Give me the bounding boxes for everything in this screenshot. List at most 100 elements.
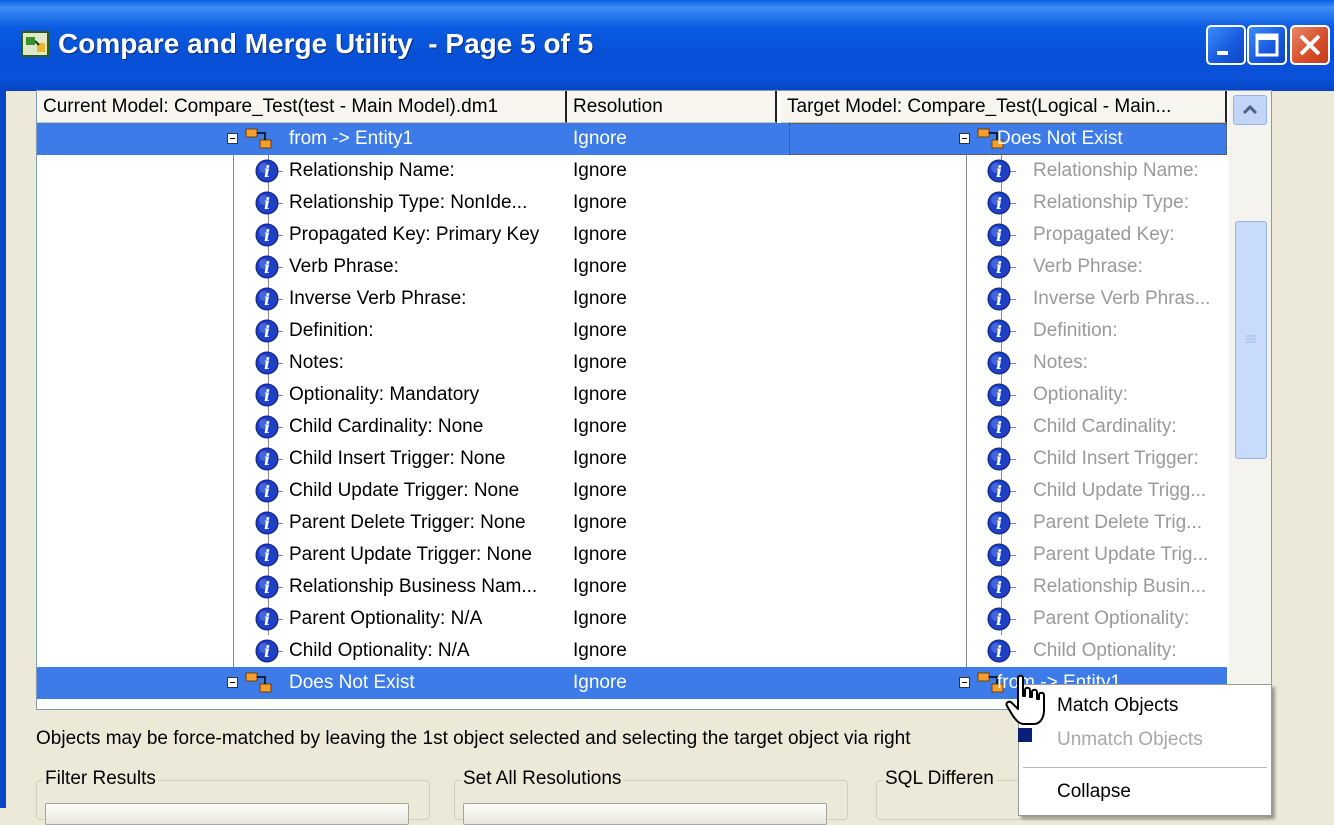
menu-separator xyxy=(1023,767,1267,768)
relationship-icon xyxy=(245,672,272,693)
vertical-scrollbar[interactable] xyxy=(1229,91,1271,709)
column-header-resolution[interactable]: Resolution xyxy=(567,91,777,123)
resolution-value[interactable]: Ignore xyxy=(573,603,627,635)
scroll-thumb[interactable] xyxy=(1235,221,1267,459)
svg-text:i: i xyxy=(264,418,270,437)
collapse-toggle-left[interactable] xyxy=(227,133,238,144)
table-row[interactable]: i Propagated Key: Primary Key Ignore i Propa… xyxy=(37,219,1227,251)
resolution-value[interactable]: Ignore xyxy=(573,635,627,667)
table-row[interactable]: i Relationship Business Nam... Ignore i Rela… xyxy=(37,571,1227,603)
filter-results-control[interactable] xyxy=(45,803,409,825)
table-row[interactable]: i Child Cardinality: None Ignore i Child Car… xyxy=(37,411,1227,443)
close-icon xyxy=(1299,34,1321,56)
svg-text:i: i xyxy=(264,226,270,245)
svg-text:i: i xyxy=(996,162,1002,181)
resolution-value[interactable]: Ignore xyxy=(573,219,627,251)
resolution-value[interactable]: Ignore xyxy=(573,443,627,475)
minimize-icon xyxy=(1217,51,1228,55)
resolution-value[interactable]: Ignore xyxy=(573,571,627,603)
table-row[interactable]: i Relationship Type: NonIde... Ignore i Rela… xyxy=(37,187,1227,219)
info-icon: i xyxy=(255,351,279,375)
svg-text:i: i xyxy=(264,546,270,565)
svg-text:i: i xyxy=(264,194,270,213)
target-property-label: Verb Phrase: xyxy=(1033,256,1143,277)
table-row[interactable]: i Notes: Ignore i Notes: xyxy=(37,347,1227,379)
svg-text:i: i xyxy=(264,290,270,309)
column-header-current-model[interactable]: Current Model: Compare_Test(test - Main … xyxy=(37,91,567,123)
current-property-label: Inverse Verb Phrase: xyxy=(289,288,467,309)
info-icon: i xyxy=(255,575,279,599)
target-property-label: Parent Optionality: xyxy=(1033,608,1190,629)
table-row[interactable]: i Parent Delete Trigger: None Ignore i Paren… xyxy=(37,507,1227,539)
resolution-value[interactable]: Ignore xyxy=(573,507,627,539)
table-row[interactable]: i Definition: Ignore i Definition: xyxy=(37,315,1227,347)
table-row[interactable]: i Child Optionality: N/A Ignore i Child Opti… xyxy=(37,635,1227,667)
resolution-value[interactable]: Ignore xyxy=(573,475,627,507)
minimize-button[interactable] xyxy=(1206,25,1246,65)
resolution-value[interactable]: Ignore xyxy=(573,539,627,571)
collapse-toggle-left[interactable] xyxy=(227,677,238,688)
collapse-toggle-right[interactable] xyxy=(959,677,970,688)
info-icon: i xyxy=(987,383,1011,407)
menu-item-unmatch-objects[interactable]: Unmatch Objects xyxy=(1057,729,1203,751)
current-property-label: Propagated Key: Primary Key xyxy=(289,224,540,245)
table-row[interactable]: i Parent Update Trigger: None Ignore i Paren… xyxy=(37,539,1227,571)
current-property-label: Child Update Trigger: None xyxy=(289,480,520,501)
current-property-label: Child Cardinality: None xyxy=(289,416,484,437)
scroll-up-button[interactable] xyxy=(1233,95,1267,125)
resolution-value[interactable]: Ignore xyxy=(573,187,627,219)
info-icon: i xyxy=(255,607,279,631)
resolution-value[interactable]: Ignore xyxy=(573,411,627,443)
svg-text:i: i xyxy=(264,578,270,597)
svg-text:i: i xyxy=(264,482,270,501)
column-header-target-model[interactable]: Target Model: Compare_Test(Logical - Mai… xyxy=(781,91,1227,123)
info-icon: i xyxy=(987,191,1011,215)
current-property-label: Relationship Name: xyxy=(289,160,455,181)
menu-item-collapse[interactable]: Collapse xyxy=(1057,781,1131,803)
resolution-value[interactable]: Ignore xyxy=(573,123,627,155)
info-icon: i xyxy=(255,223,279,247)
target-property-label: Notes: xyxy=(1033,352,1088,373)
close-button[interactable] xyxy=(1290,25,1330,65)
resolution-value[interactable]: Ignore xyxy=(573,155,627,187)
table-row[interactable]: i Parent Optionality: N/A Ignore i Parent Op… xyxy=(37,603,1227,635)
table-row[interactable]: i Optionality: Mandatory Ignore i Optionalit… xyxy=(37,379,1227,411)
current-property-label: Child Insert Trigger: None xyxy=(289,448,506,469)
resolution-value[interactable]: Ignore xyxy=(573,283,627,315)
info-icon: i xyxy=(255,447,279,471)
svg-text:i: i xyxy=(996,322,1002,341)
context-menu: Match Objects Unmatch Objects Collapse xyxy=(1018,684,1272,816)
resolution-value[interactable]: Ignore xyxy=(573,347,627,379)
comparison-grid[interactable]: Current Model: Compare_Test(test - Main … xyxy=(36,90,1272,710)
set-all-resolutions-control[interactable] xyxy=(463,803,827,825)
maximize-button[interactable] xyxy=(1247,25,1287,65)
info-icon: i xyxy=(987,543,1011,567)
svg-text:i: i xyxy=(996,386,1002,405)
resolution-value[interactable]: Ignore xyxy=(573,667,627,699)
resolution-value[interactable]: Ignore xyxy=(573,251,627,283)
svg-text:i: i xyxy=(996,290,1002,309)
svg-text:i: i xyxy=(996,194,1002,213)
table-row[interactable]: i Child Update Trigger: None Ignore i Child … xyxy=(37,475,1227,507)
table-row[interactable]: i Relationship Name: Ignore i Relationship N… xyxy=(37,155,1227,187)
menu-item-match-objects[interactable]: Match Objects xyxy=(1057,695,1178,717)
info-icon: i xyxy=(987,607,1011,631)
svg-text:i: i xyxy=(264,610,270,629)
current-property-label: Definition: xyxy=(289,320,374,341)
info-icon: i xyxy=(987,159,1011,183)
current-property-label: Relationship Business Nam... xyxy=(289,576,538,597)
info-icon: i xyxy=(987,319,1011,343)
table-row[interactable]: i Child Insert Trigger: None Ignore i Child … xyxy=(37,443,1227,475)
target-property-label: Child Cardinality: xyxy=(1033,416,1177,437)
target-property-label: Child Update Trigg... xyxy=(1033,480,1207,501)
svg-text:i: i xyxy=(996,354,1002,373)
table-row[interactable]: i Verb Phrase: Ignore i Verb Phrase: xyxy=(37,251,1227,283)
svg-text:i: i xyxy=(996,514,1002,533)
resolution-value[interactable]: Ignore xyxy=(573,315,627,347)
info-icon: i xyxy=(255,287,279,311)
table-row[interactable]: i Inverse Verb Phrase: Ignore i Inverse Verb… xyxy=(37,283,1227,315)
current-object-label: Does Not Exist xyxy=(289,672,415,693)
resolution-value[interactable]: Ignore xyxy=(573,379,627,411)
svg-text:i: i xyxy=(264,322,270,341)
svg-text:i: i xyxy=(264,162,270,181)
